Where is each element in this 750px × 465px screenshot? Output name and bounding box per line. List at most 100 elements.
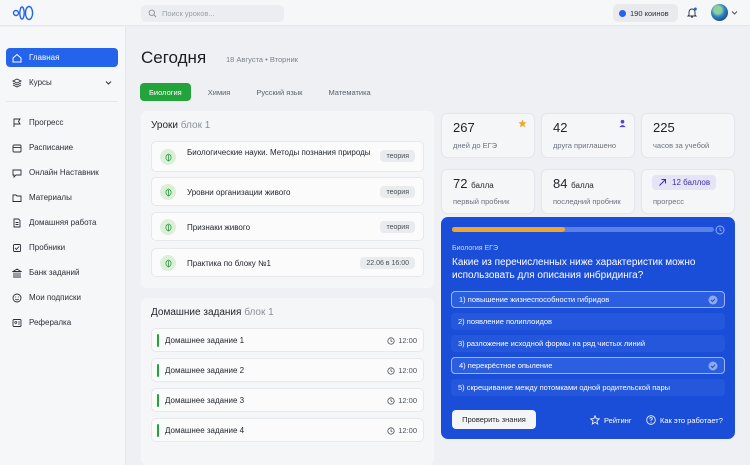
- homework-time: 12:00: [387, 336, 417, 345]
- quiz-subject: Биология ЕГЭ: [452, 245, 498, 252]
- search-box[interactable]: [141, 5, 284, 22]
- lesson-tag: теория: [380, 150, 415, 162]
- leaf-icon: [160, 184, 176, 200]
- stat-friends-invited: 42 друга приглашено: [541, 113, 635, 158]
- help-icon: [646, 415, 656, 425]
- stat-value-group: 72 балла: [453, 176, 494, 191]
- sidebar-item-mock-exams[interactable]: Пробники: [6, 238, 118, 257]
- sidebar-item-schedule[interactable]: Расписание: [6, 138, 118, 157]
- lesson-item[interactable]: Признаки живого теория: [151, 212, 424, 241]
- quiz-option[interactable]: 4) перекрёстное опыление: [451, 357, 725, 374]
- page-title: Сегодня: [141, 48, 207, 67]
- coins-balance[interactable]: 190 коинов: [613, 4, 678, 22]
- stat-label: прогресс: [653, 197, 684, 206]
- sidebar-item-home[interactable]: Главная: [6, 48, 118, 67]
- home-icon: [12, 53, 22, 62]
- progress-badge-label: 12 баллов: [672, 178, 711, 187]
- sidebar-item-referral[interactable]: Рефералка: [6, 313, 118, 332]
- quiz-progress-fill: [452, 227, 565, 232]
- progress-badge: 12 баллов: [652, 175, 717, 190]
- status-bar: [157, 334, 159, 347]
- coins-label: 190 коинов: [630, 8, 669, 18]
- tab-biology[interactable]: Биология: [140, 83, 191, 101]
- homework-name: Домашнее задание 3: [165, 396, 245, 405]
- stat-unit: балла: [471, 181, 494, 190]
- leaf-icon: [160, 149, 176, 165]
- homework-heading: Домашние задания: [151, 307, 242, 318]
- stat-value: 72: [453, 176, 468, 191]
- rating-link[interactable]: Рейтинг: [590, 415, 632, 425]
- lesson-item[interactable]: Биологические науки. Методы познания при…: [151, 141, 424, 172]
- sidebar-item-subscriptions[interactable]: Мои подписки: [6, 288, 118, 307]
- homework-time: 12:00: [387, 426, 417, 435]
- sidebar-item-homework[interactable]: Домашняя работа: [6, 213, 118, 232]
- sidebar-item-courses[interactable]: Курсы: [6, 73, 118, 92]
- sidebar-item-label: Курсы: [29, 78, 52, 87]
- sidebar-item-materials[interactable]: Материалы: [6, 188, 118, 207]
- search-input[interactable]: [162, 9, 272, 18]
- quiz-progress-bar: [452, 227, 714, 232]
- how-it-works-label: Как это работает?: [660, 415, 723, 425]
- tab-math[interactable]: Математика: [319, 83, 379, 101]
- sidebar-item-mentor[interactable]: Онлайн Наставник: [6, 163, 118, 182]
- sidebar-item-label: Прогресс: [29, 118, 64, 127]
- lessons-block: блок 1: [180, 120, 211, 131]
- quiz-option[interactable]: 5) скрещивание между потомками одной род…: [451, 379, 725, 396]
- homework-item[interactable]: Домашнее задание 2 12:00: [151, 358, 424, 382]
- homework-block: блок 1: [244, 307, 274, 318]
- bell-icon[interactable]: [687, 7, 697, 18]
- tab-chemistry[interactable]: Химия: [199, 83, 240, 101]
- homework-item[interactable]: Домашнее задание 3 12:00: [151, 388, 424, 412]
- check-circle-icon: [708, 295, 718, 305]
- chevron-down-icon[interactable]: [731, 9, 738, 16]
- checkbox-icon: [13, 243, 21, 252]
- avatar[interactable]: [711, 4, 728, 21]
- how-it-works-link[interactable]: Как это работает?: [646, 415, 723, 425]
- lesson-name: Уровни организации живого: [187, 188, 291, 197]
- flag-icon: [13, 118, 21, 127]
- sidebar-item-label: Банк заданий: [29, 268, 80, 277]
- clock-icon: [387, 426, 395, 435]
- sidebar-item-label: Пробники: [29, 243, 66, 252]
- sidebar-item-label: Мои подписки: [29, 293, 81, 302]
- quiz-option[interactable]: 1) повышение жизнеспособности гибридов: [451, 291, 725, 308]
- leaf-icon: [160, 255, 176, 271]
- homework-name: Домашнее задание 1: [165, 336, 245, 345]
- star-icon: [518, 119, 527, 128]
- lesson-item[interactable]: Практика по блоку №1 22.06 в 16:00: [151, 248, 424, 277]
- quiz-option[interactable]: 3) разложение исходной формы на ряд чист…: [451, 335, 725, 352]
- quiz-option[interactable]: 2) появление полиплоидов: [451, 313, 725, 330]
- check-knowledge-button[interactable]: Проверить знания: [452, 410, 536, 429]
- stat-label: часов за учебой: [653, 141, 710, 150]
- sidebar-item-label: Домашняя работа: [29, 218, 97, 227]
- homework-name: Домашнее задание 2: [165, 366, 245, 375]
- quiz-option-text: 2) появление полиплоидов: [458, 317, 553, 326]
- tab-russian[interactable]: Русский язык: [247, 83, 311, 101]
- layers-icon: [12, 77, 22, 88]
- logo-icon[interactable]: [12, 5, 34, 21]
- quiz-card: Биология ЕГЭ Какие из перечисленных ниже…: [441, 217, 735, 439]
- smile-icon: [12, 293, 22, 302]
- chevron-down-icon: [105, 81, 112, 85]
- sidebar-divider: [6, 101, 118, 102]
- stat-unit: балла: [571, 181, 594, 190]
- homework-item[interactable]: Домашнее задание 1 12:00: [151, 328, 424, 352]
- stat-label: дней до ЕГЭ: [453, 141, 498, 150]
- document-icon: [13, 218, 21, 227]
- sidebar-item-progress[interactable]: Прогресс: [6, 113, 118, 132]
- referral-icon: [12, 318, 22, 327]
- status-bar: [157, 424, 159, 437]
- stat-hours-studied: 225 часов за учебой: [641, 113, 735, 158]
- homework-item[interactable]: Домашнее задание 4 12:00: [151, 418, 424, 442]
- lesson-name: Признаки живого: [187, 223, 251, 232]
- page-date: 18 Августа • Вторник: [226, 55, 298, 64]
- top-bar: 190 коинов: [0, 0, 750, 26]
- lesson-item[interactable]: Уровни организации живого теория: [151, 177, 424, 206]
- stat-value: 267: [453, 120, 475, 135]
- leaf-icon: [160, 219, 176, 235]
- quiz-question: Какие из перечисленных ниже характеристи…: [452, 257, 696, 281]
- sidebar-item-task-bank[interactable]: Банк заданий: [6, 263, 118, 282]
- sidebar: Главная Курсы Прогресс Расписание Онлайн…: [0, 27, 126, 465]
- homework-time: 12:00: [387, 396, 417, 405]
- quiz-option-text: 5) скрещивание между потомками одной род…: [458, 383, 671, 392]
